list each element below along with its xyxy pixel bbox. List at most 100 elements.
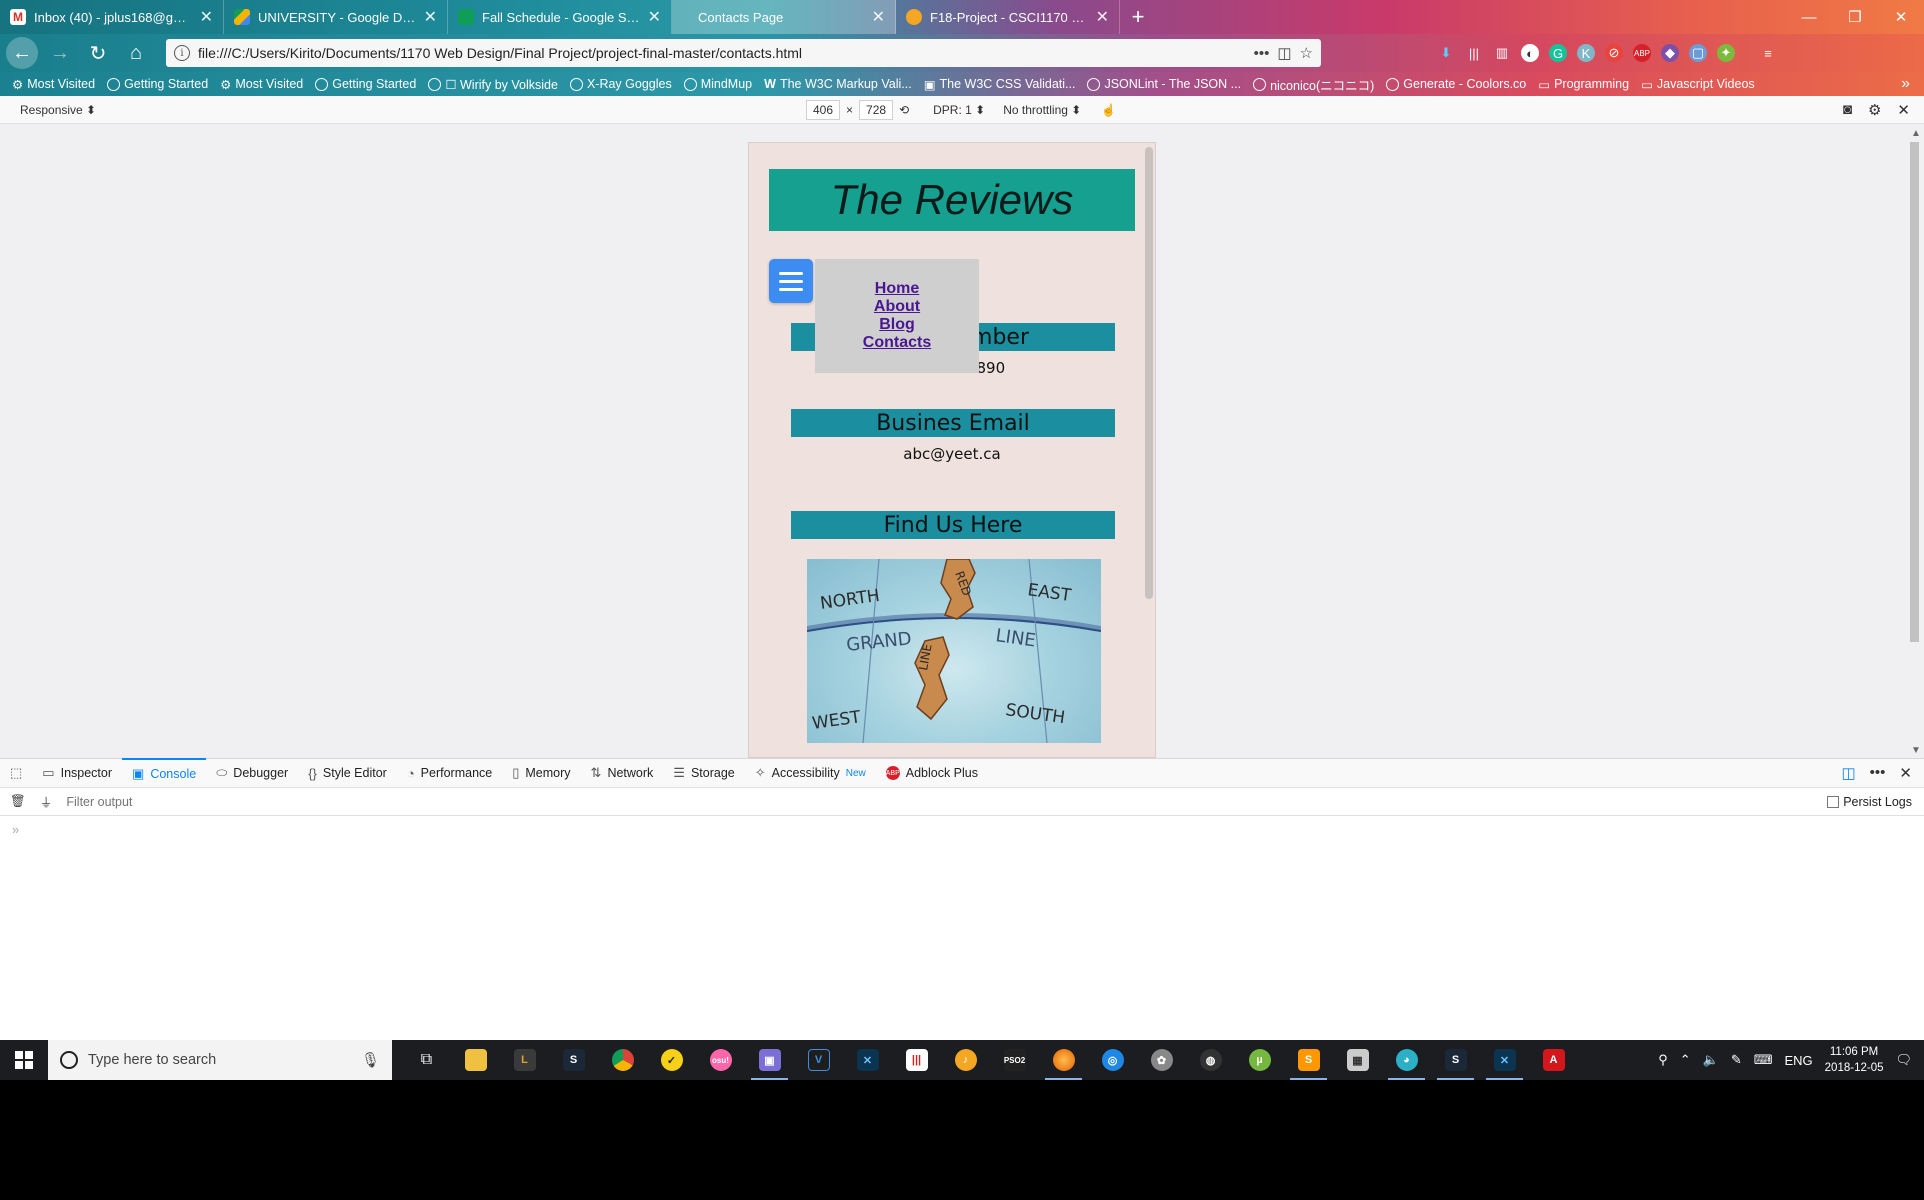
taskbar-app-10[interactable]: ✕ (1480, 1040, 1529, 1080)
back-arrow-icon[interactable]: ← (6, 37, 38, 69)
volume-icon[interactable]: 🔈 (1703, 1052, 1719, 1068)
settings-gear-icon[interactable]: ⚙ (1868, 101, 1881, 119)
taskbar-app-9[interactable]: ◕ (1382, 1040, 1431, 1080)
sidebar-icon[interactable]: ▥ (1493, 44, 1511, 62)
minimize-icon[interactable]: — (1786, 0, 1832, 34)
extension-k-icon[interactable]: K (1577, 44, 1595, 62)
taskbar-file-explorer[interactable] (451, 1040, 500, 1080)
tab-accessibility[interactable]: ✧ Accessibility New (745, 758, 876, 788)
keyboard-icon[interactable]: ⌨ (1754, 1052, 1773, 1068)
close-devtools-icon[interactable]: ✕ (1899, 764, 1912, 782)
more-options-icon[interactable]: ••• (1870, 764, 1886, 782)
pen-icon[interactable]: ✎ (1731, 1052, 1742, 1068)
tab-gmail[interactable]: M Inbox (40) - jplus168@gmail.co ✕ (0, 0, 224, 34)
close-icon[interactable]: ✕ (1096, 7, 1109, 27)
reload-icon[interactable]: ↻ (82, 37, 114, 69)
taskbar-norton[interactable]: ✓ (647, 1040, 696, 1080)
bookmark-item[interactable]: ☐ Wirify by Volkside (428, 77, 558, 92)
forward-arrow-icon[interactable]: → (44, 37, 76, 69)
url-text[interactable]: file:///C:/Users/Kirito/Documents/1170 W… (198, 45, 1246, 61)
chevron-up-icon[interactable]: ▲ (1911, 128, 1921, 139)
tab-style-editor[interactable]: {} Style Editor (298, 758, 397, 788)
bookmark-item[interactable]: W The W3C Markup Vali... (764, 77, 912, 91)
extension-shield-icon[interactable]: ◆ (1661, 44, 1679, 62)
page-scrollbar[interactable] (1145, 147, 1153, 599)
bookmark-item[interactable]: X-Ray Goggles (569, 77, 672, 91)
adblock-icon[interactable]: ABP (1633, 44, 1651, 62)
persist-logs-checkbox[interactable] (1827, 795, 1840, 808)
trash-icon[interactable]: 🗑 (10, 794, 26, 809)
persist-logs-toggle[interactable]: Persist Logs (1827, 795, 1924, 809)
bookmark-item[interactable]: ▣ The W3C CSS Validati... (924, 77, 1076, 92)
home-icon[interactable]: ⌂ (120, 37, 152, 69)
taskbar-app-8[interactable]: ▦ (1333, 1040, 1382, 1080)
nav-link-home[interactable]: Home (875, 280, 919, 298)
taskbar-app-7[interactable]: ✿ (1137, 1040, 1186, 1080)
taskbar-app-3[interactable]: ✕ (843, 1040, 892, 1080)
extension-leaf-icon[interactable]: ✦ (1717, 44, 1735, 62)
viewport-height-input[interactable]: 728 (859, 100, 894, 120)
taskbar-firefox[interactable] (1039, 1040, 1088, 1080)
task-view-button[interactable]: ⧉ (402, 1040, 451, 1080)
page-actions-icon[interactable]: ••• (1254, 45, 1270, 62)
pocket-icon[interactable]: ◫ (1277, 44, 1291, 62)
tab-sheets[interactable]: Fall Schedule - Google Sheets ✕ (448, 0, 672, 34)
screenshot-icon[interactable]: ◙ (1843, 101, 1852, 119)
taskbar-pso2[interactable]: PSO2 (990, 1040, 1039, 1080)
taskbar-app-1[interactable]: L (500, 1040, 549, 1080)
close-icon[interactable]: ✕ (648, 7, 661, 27)
extension-circle-icon[interactable]: ◐ (1521, 44, 1539, 62)
tab-drive[interactable]: UNIVERSITY - Google Drive ✕ (224, 0, 448, 34)
tab-network[interactable]: ⇅ Network (581, 758, 664, 788)
taskbar-steam-2[interactable]: S (1431, 1040, 1480, 1080)
console-output[interactable]: » (0, 816, 1924, 1040)
taskbar-app-2[interactable]: ▣ (745, 1040, 794, 1080)
nav-link-about[interactable]: About (874, 298, 920, 316)
outer-scrollbar[interactable]: ▲ ▼ (1906, 124, 1924, 758)
filter-output-input[interactable] (66, 794, 367, 809)
taskbar-app-5[interactable]: ♪ (941, 1040, 990, 1080)
people-icon[interactable]: ⚲ (1658, 1052, 1668, 1068)
taskbar-chrome[interactable] (598, 1040, 647, 1080)
close-icon[interactable]: ✕ (872, 7, 885, 27)
taskbar-app-6[interactable]: ◎ (1088, 1040, 1137, 1080)
chevron-right-icon[interactable]: » (1901, 75, 1924, 93)
nav-link-blog[interactable]: Blog (879, 316, 915, 334)
close-icon[interactable]: ✕ (200, 7, 213, 27)
url-bar[interactable]: i file:///C:/Users/Kirito/Documents/1170… (166, 39, 1321, 67)
hamburger-menu-button[interactable] (769, 259, 813, 303)
nav-link-contacts[interactable]: Contacts (863, 334, 931, 352)
notifications-icon[interactable]: 🗨 (1895, 1052, 1912, 1068)
grammarly-icon[interactable]: G (1549, 44, 1567, 62)
clock[interactable]: 11:06 PM 2018-12-05 (1825, 1044, 1884, 1076)
tab-f18-project[interactable]: F18-Project - CSCI1170 - Intro t ✕ (896, 0, 1120, 34)
close-icon[interactable]: ✕ (424, 7, 437, 27)
tab-performance[interactable]: ◔ Performance (397, 758, 502, 788)
bookmark-item[interactable]: ⚙ Most Visited (220, 77, 303, 92)
close-window-icon[interactable]: ✕ (1878, 0, 1924, 34)
element-picker-button[interactable]: ⬚ (0, 758, 32, 788)
tab-storage[interactable]: ☰ Storage (663, 758, 744, 788)
new-tab-button[interactable]: + (1120, 0, 1156, 34)
throttling-selector[interactable]: No throttling ⬍ (1003, 103, 1081, 117)
tab-debugger[interactable]: ⬭ Debugger (206, 758, 298, 788)
tab-console[interactable]: ▣ Console (122, 758, 207, 788)
taskbar-search[interactable]: Type here to search 🎙 (48, 1040, 392, 1080)
dpr-selector[interactable]: DPR: 1 ⬍ (933, 103, 985, 117)
dock-icon[interactable]: ◫ (1841, 764, 1855, 782)
bookmark-item[interactable]: niconico(ニコニコ) (1253, 75, 1374, 94)
taskbar-obs[interactable]: ◍ (1186, 1040, 1235, 1080)
tab-contacts-page[interactable]: Contacts Page ✕ (672, 0, 896, 34)
bookmark-item[interactable]: MindMup (683, 77, 752, 91)
taskbar-osu[interactable]: osu! (696, 1040, 745, 1080)
extension-screen-icon[interactable]: ▢ (1689, 44, 1707, 62)
bookmark-folder[interactable]: ▭ Javascript Videos (1641, 77, 1755, 92)
bookmark-item[interactable]: ⚙ Most Visited (12, 77, 95, 92)
bookmark-folder[interactable]: ▭ Programming (1538, 77, 1629, 92)
tab-memory[interactable]: ▯ Memory (502, 758, 580, 788)
language-indicator[interactable]: ENG (1784, 1053, 1812, 1068)
info-icon[interactable]: i (174, 45, 190, 61)
microphone-icon[interactable]: 🎙 (361, 1051, 380, 1069)
taskbar-visual-studio[interactable]: V (794, 1040, 843, 1080)
device-selector[interactable]: Responsive ⬍ (20, 103, 96, 117)
